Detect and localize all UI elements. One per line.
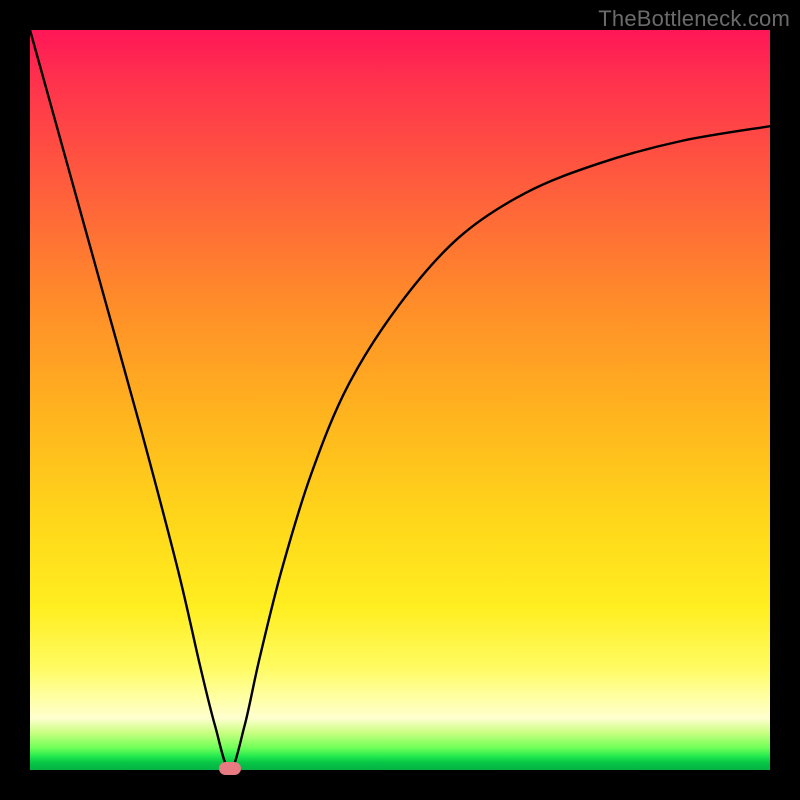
bottleneck-curve [30, 30, 770, 770]
watermark-text: TheBottleneck.com [598, 6, 790, 32]
chart-frame: TheBottleneck.com [0, 0, 800, 800]
plot-area [30, 30, 770, 770]
optimum-marker [219, 762, 241, 775]
